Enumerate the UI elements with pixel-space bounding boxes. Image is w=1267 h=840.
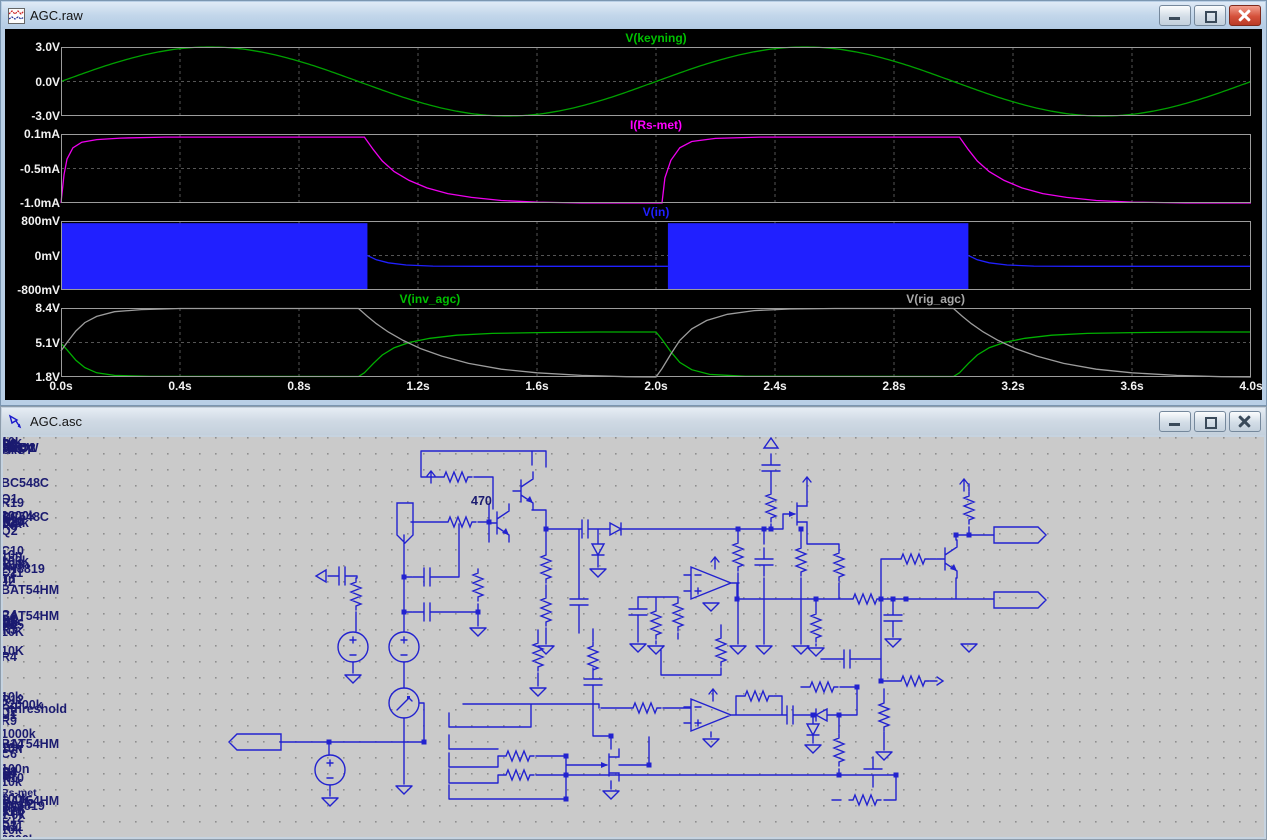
y-axis-label: 0.0V [5, 75, 60, 89]
minimize-icon [1169, 423, 1180, 426]
signal-burst [668, 223, 968, 290]
trace-label[interactable]: I(Rs-met) [630, 118, 682, 132]
x-axis-label: 1.6s [525, 379, 548, 393]
y-axis-label: 3.0V [5, 40, 60, 54]
trace-label[interactable]: V(keyning) [625, 31, 686, 45]
component-label[interactable]: 10k [3, 615, 22, 629]
y-axis-label: -3.0V [5, 109, 60, 123]
x-axis-label: 3.6s [1120, 379, 1143, 393]
component-label[interactable]: D4 [3, 766, 17, 780]
plot-pane[interactable] [61, 221, 1251, 290]
x-axis-label: 2.4s [763, 379, 786, 393]
y-axis-label: 800mV [5, 214, 60, 228]
component-label[interactable]: 100k [3, 792, 29, 806]
trace [61, 47, 1251, 116]
y-axis-label: -800mV [5, 283, 60, 297]
trace [968, 256, 1251, 267]
minimize-button[interactable] [1159, 411, 1191, 432]
x-axis-label: 0.8s [287, 379, 310, 393]
y-axis-label: 0mV [5, 249, 60, 263]
plot-pane[interactable] [61, 308, 1251, 377]
component-label[interactable]: D3 [3, 819, 17, 833]
y-axis-label: 0.1mA [5, 127, 60, 141]
maximize-icon [1205, 11, 1217, 23]
close-button[interactable] [1229, 411, 1261, 432]
window-title: AGC.asc [30, 414, 82, 429]
schematic-titlebar[interactable]: AGC.asc [2, 408, 1265, 435]
trace [367, 256, 668, 267]
plot-pane[interactable] [61, 134, 1251, 203]
component-label[interactable]: BC548C [3, 476, 49, 490]
component-label[interactable]: J2 [3, 575, 15, 589]
trace-label[interactable]: V(rig_agc) [906, 292, 965, 306]
y-axis-label: 8.4V [5, 301, 60, 315]
component-label[interactable]: 2N3819 [3, 562, 45, 576]
x-axis-label: 3.2s [1001, 379, 1024, 393]
window-title: AGC.raw [30, 8, 83, 23]
y-axis-label: -0.5mA [5, 162, 60, 176]
component-label[interactable]: 10K [3, 644, 24, 658]
component-label[interactable]: FAST [3, 443, 33, 457]
waveform-window-icon [8, 8, 25, 24]
waveform-titlebar[interactable]: AGC.raw [2, 2, 1265, 29]
x-axis-label: 2.8s [882, 379, 905, 393]
component-label[interactable]: Rthreshold [3, 702, 67, 716]
component-label[interactable]: 6800k [3, 833, 36, 837]
x-axis-label: 1.2s [406, 379, 429, 393]
minimize-button[interactable] [1159, 5, 1191, 26]
component-label[interactable]: 10n [3, 548, 23, 562]
plot-area[interactable]: V(keyning) 3.0V 0.0V -3.0V I(Rs-met) 0.1mA -0.… [5, 29, 1262, 400]
schematic-canvas[interactable]: R810k+VR110kQ2BC548CQ1BC548CC2100nD8BAT5… [3, 437, 1264, 837]
maximize-icon [1205, 417, 1217, 429]
schematic-window: AGC.asc R810k+VR110kQ2BC548CQ1BC548CC210… [0, 406, 1267, 840]
schematic-grid [3, 437, 1264, 837]
x-axis-label: 0.0s [49, 379, 72, 393]
component-label[interactable]: 470 [471, 494, 492, 508]
y-axis-label: 5.1V [5, 336, 60, 350]
schematic-window-icon [8, 414, 25, 430]
schematic-area[interactable]: R810k+VR110kQ2BC548CQ1BC548CC2100nD8BAT5… [3, 437, 1264, 837]
y-axis-label: -1.0mA [5, 196, 60, 210]
x-axis-label: 0.4s [168, 379, 191, 393]
component-label[interactable]: 1000k [3, 509, 36, 523]
trace-label[interactable]: V(inv_agc) [400, 292, 461, 306]
minimize-icon [1169, 17, 1180, 20]
maximize-button[interactable] [1194, 411, 1226, 432]
waveform-window: AGC.raw V(keyning) 3.0V 0.0V -3.0V I(Rs-met)… [0, 0, 1267, 406]
x-axis-label: 4.0s [1239, 379, 1262, 393]
trace-label[interactable]: V(in) [643, 205, 670, 219]
signal-burst [61, 223, 367, 290]
x-axis-label: 2.0s [644, 379, 667, 393]
component-label[interactable]: R16 [3, 804, 24, 818]
component-label[interactable]: R19 [3, 496, 24, 510]
plot-pane[interactable] [61, 47, 1251, 116]
close-button[interactable] [1229, 5, 1261, 26]
component-label[interactable]: BAT54HM [3, 737, 59, 751]
maximize-button[interactable] [1194, 5, 1226, 26]
